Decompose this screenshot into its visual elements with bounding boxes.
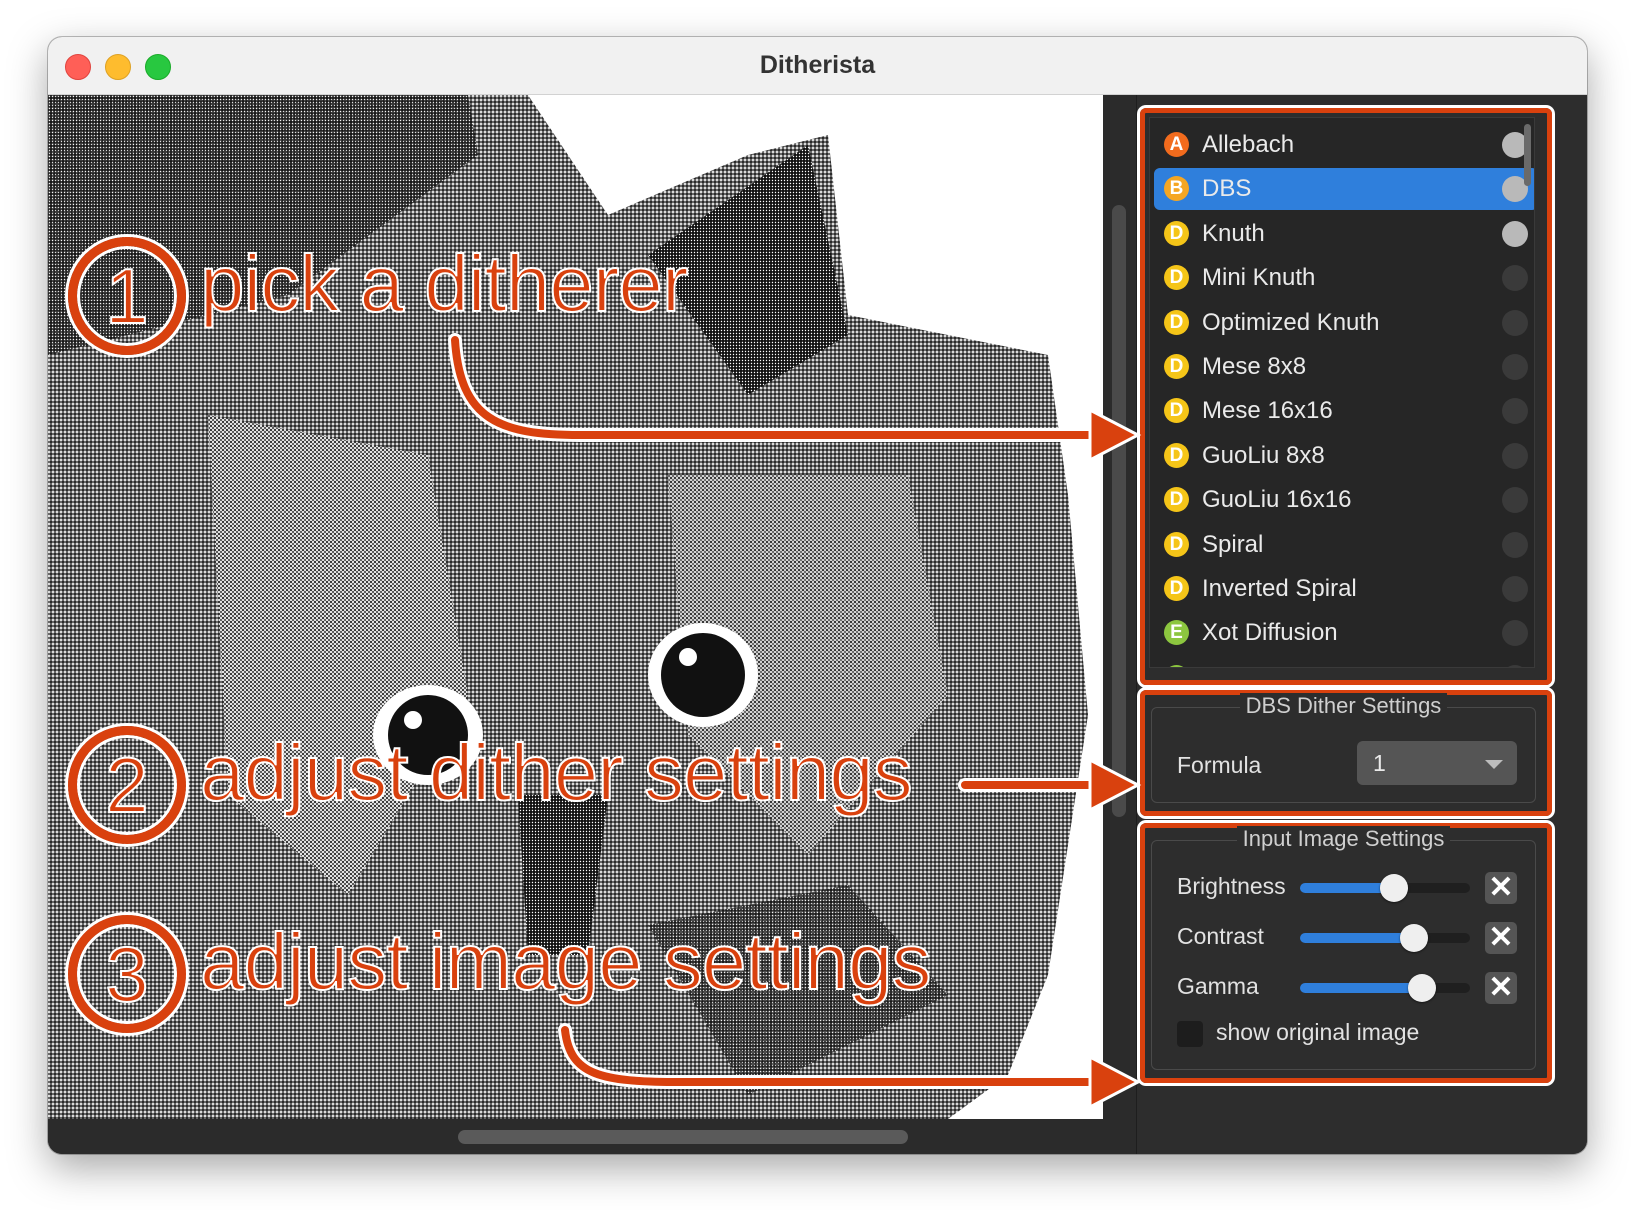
contrast-slider-fill xyxy=(1300,933,1414,943)
category-badge-icon: D xyxy=(1164,531,1189,557)
ditherer-list-scrollbar[interactable] xyxy=(1524,124,1531,186)
category-badge-icon: D xyxy=(1164,354,1189,379)
ditherer-item-label: Inverted Spiral xyxy=(1202,575,1357,602)
gamma-slider-fill xyxy=(1300,983,1423,993)
ditherer-item[interactable]: D GuoLiu 16x16 xyxy=(1154,479,1534,521)
dither-settings-title: DBS Dither Settings xyxy=(1239,693,1448,718)
image-settings-group: Input Image Settings Brightness ✕ Contra… xyxy=(1151,826,1536,1070)
contrast-label: Contrast xyxy=(1177,923,1264,949)
ditherer-item[interactable]: D Knuth xyxy=(1154,213,1534,255)
ditherer-item[interactable]: A Allebach xyxy=(1154,124,1534,166)
gamma-slider-knob[interactable] xyxy=(1408,974,1437,1002)
ditherer-item-label: Mese 16x16 xyxy=(1202,397,1333,425)
gamma-slider[interactable] xyxy=(1300,974,1470,1002)
gamma-label: Gamma xyxy=(1177,973,1259,999)
close-icon: ✕ xyxy=(1488,921,1514,954)
step-2-circle: 2 xyxy=(68,726,186,844)
title-bar: Ditherista xyxy=(48,37,1587,95)
ditherer-item[interactable]: D GuoLiu 8x8 xyxy=(1154,435,1534,477)
status-dot-icon xyxy=(1502,354,1528,380)
category-badge-icon: D xyxy=(1164,442,1189,468)
ditherer-item-label: Knuth xyxy=(1202,219,1265,247)
close-icon: ✕ xyxy=(1488,971,1514,1004)
category-badge-icon: D xyxy=(1164,576,1189,601)
reset-brightness-button[interactable]: ✕ xyxy=(1485,872,1517,904)
category-badge-icon: D xyxy=(1164,398,1189,424)
step-2-text: adjust dither settings xyxy=(199,727,914,818)
image-horizontal-scrollbar[interactable] xyxy=(458,1130,908,1144)
ditherer-item-label: Mese 8x8 xyxy=(1202,353,1307,380)
image-vertical-scrollbar[interactable] xyxy=(1112,205,1126,817)
formula-select[interactable]: 1 xyxy=(1357,741,1517,785)
dither-settings-group: DBS Dither Settings Formula 1 xyxy=(1151,693,1536,803)
contrast-slider[interactable] xyxy=(1300,924,1470,952)
category-badge-icon: D xyxy=(1164,309,1189,335)
status-dot-icon xyxy=(1502,309,1528,336)
ditherer-item-label: GuoLiu 8x8 xyxy=(1202,441,1325,469)
step-3-text: adjust image settings xyxy=(199,916,933,1007)
brightness-label: Brightness xyxy=(1177,873,1286,899)
step-1-text: pick a ditherer xyxy=(199,238,689,329)
ditherer-item-label: Diagonal Dither xyxy=(1202,664,1367,667)
status-dot-icon xyxy=(1502,531,1528,558)
reset-contrast-button[interactable]: ✕ xyxy=(1485,922,1517,954)
brightness-slider[interactable] xyxy=(1300,874,1470,902)
step-1-circle: 1 xyxy=(68,237,186,355)
contrast-slider-knob[interactable] xyxy=(1399,924,1428,952)
chevron-down-icon xyxy=(1485,760,1503,769)
ditherer-item[interactable]: D Mini Knuth xyxy=(1154,257,1534,299)
category-badge-icon: E xyxy=(1164,620,1189,646)
ditherer-item-label: Optimized Knuth xyxy=(1202,308,1380,336)
show-original-label: show original image xyxy=(1216,1019,1420,1045)
ditherer-item[interactable]: D Mese 8x8 xyxy=(1154,346,1534,388)
category-badge-icon: D xyxy=(1164,220,1189,246)
category-badge-icon: D xyxy=(1164,487,1189,513)
status-dot-icon xyxy=(1502,220,1528,247)
ditherer-item-label: Spiral xyxy=(1202,530,1264,558)
window-title: Ditherista xyxy=(759,51,876,79)
category-badge-icon: D xyxy=(1164,265,1189,291)
ditherer-item[interactable]: D Spiral xyxy=(1154,524,1534,566)
ditherer-item[interactable]: D Mese 16x16 xyxy=(1154,390,1534,432)
status-dot-icon xyxy=(1502,620,1528,647)
status-dot-icon xyxy=(1502,442,1528,469)
status-dot-icon xyxy=(1502,265,1528,292)
close-icon: ✕ xyxy=(1488,871,1514,904)
ditherer-item[interactable]: E Diagonal Dither xyxy=(1154,657,1534,667)
step-3-circle: 3 xyxy=(68,915,186,1033)
reset-gamma-button[interactable]: ✕ xyxy=(1485,972,1517,1004)
formula-label: Formula xyxy=(1177,752,1262,778)
category-badge-icon: B xyxy=(1164,176,1189,202)
ditherer-item[interactable]: D Optimized Knuth xyxy=(1154,302,1534,344)
ditherer-list[interactable]: A Allebach B DBS D Knuth D Mini Knuth D Optimized… xyxy=(1149,117,1535,668)
ditherer-item[interactable]: B DBS xyxy=(1154,168,1534,211)
ditherer-item[interactable]: E Xot Diffusion xyxy=(1154,612,1534,654)
status-dot-icon xyxy=(1502,487,1528,514)
formula-select-value: 1 xyxy=(1373,750,1386,776)
category-badge-icon: A xyxy=(1164,132,1189,157)
ditherer-item[interactable]: D Inverted Spiral xyxy=(1154,568,1534,610)
status-dot-icon xyxy=(1502,664,1528,667)
ditherer-item-label: GuoLiu 16x16 xyxy=(1202,486,1352,514)
ditherer-item-label: Xot Diffusion xyxy=(1202,619,1338,647)
settings-panel: A Allebach B DBS D Knuth D Mini Knuth D Optimized… xyxy=(1136,95,1587,1154)
ditherer-item-label: Allebach xyxy=(1202,131,1295,158)
status-dot-icon xyxy=(1502,576,1528,602)
image-settings-title: Input Image Settings xyxy=(1236,826,1451,851)
ditherer-item-label: DBS xyxy=(1202,175,1252,203)
show-original-checkbox[interactable] xyxy=(1177,1021,1203,1047)
category-badge-icon: E xyxy=(1164,664,1189,667)
ditherer-item-label: Mini Knuth xyxy=(1202,264,1316,292)
status-dot-icon xyxy=(1502,398,1528,425)
brightness-slider-knob[interactable] xyxy=(1379,874,1408,902)
